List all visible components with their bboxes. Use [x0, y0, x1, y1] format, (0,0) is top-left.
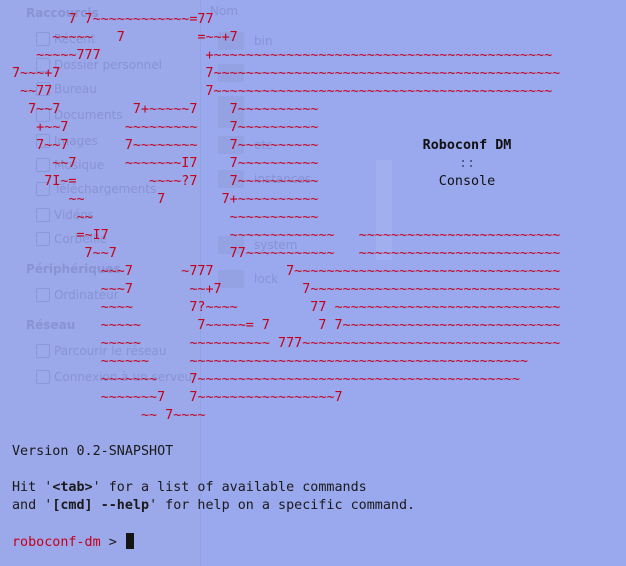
- help-flag-label: --help: [100, 498, 150, 513]
- brand-block: Roboconf DM :: Console: [417, 137, 517, 191]
- command-prompt[interactable]: roboconf-dm >: [12, 533, 134, 552]
- help-line-tab: Hit '<tab>' for a list of available comm…: [12, 480, 367, 495]
- roboconf-ascii-logo: 7 7~~~~~~~~~~~~=77 ~~~~~ 7 =~~+7 ~~~~~77…: [12, 12, 561, 423]
- prompt-label: roboconf-dm: [12, 535, 101, 550]
- brand-title: Roboconf DM: [422, 138, 512, 153]
- help-line-cmd: and '[cmd] --help' for help on a specifi…: [12, 498, 416, 513]
- tab-key-label: <tab>: [52, 480, 93, 495]
- brand-subtitle: Console: [438, 174, 496, 189]
- cmd-label: [cmd]: [52, 498, 93, 513]
- brand-separator: ::: [458, 156, 476, 171]
- version-line: Version 0.2-SNAPSHOT: [12, 444, 174, 459]
- prompt-symbol: >: [100, 535, 125, 550]
- text-cursor[interactable]: [125, 533, 134, 549]
- terminal-window[interactable]: 7 7~~~~~~~~~~~~=77 ~~~~~ 7 =~~+7 ~~~~~77…: [0, 0, 626, 566]
